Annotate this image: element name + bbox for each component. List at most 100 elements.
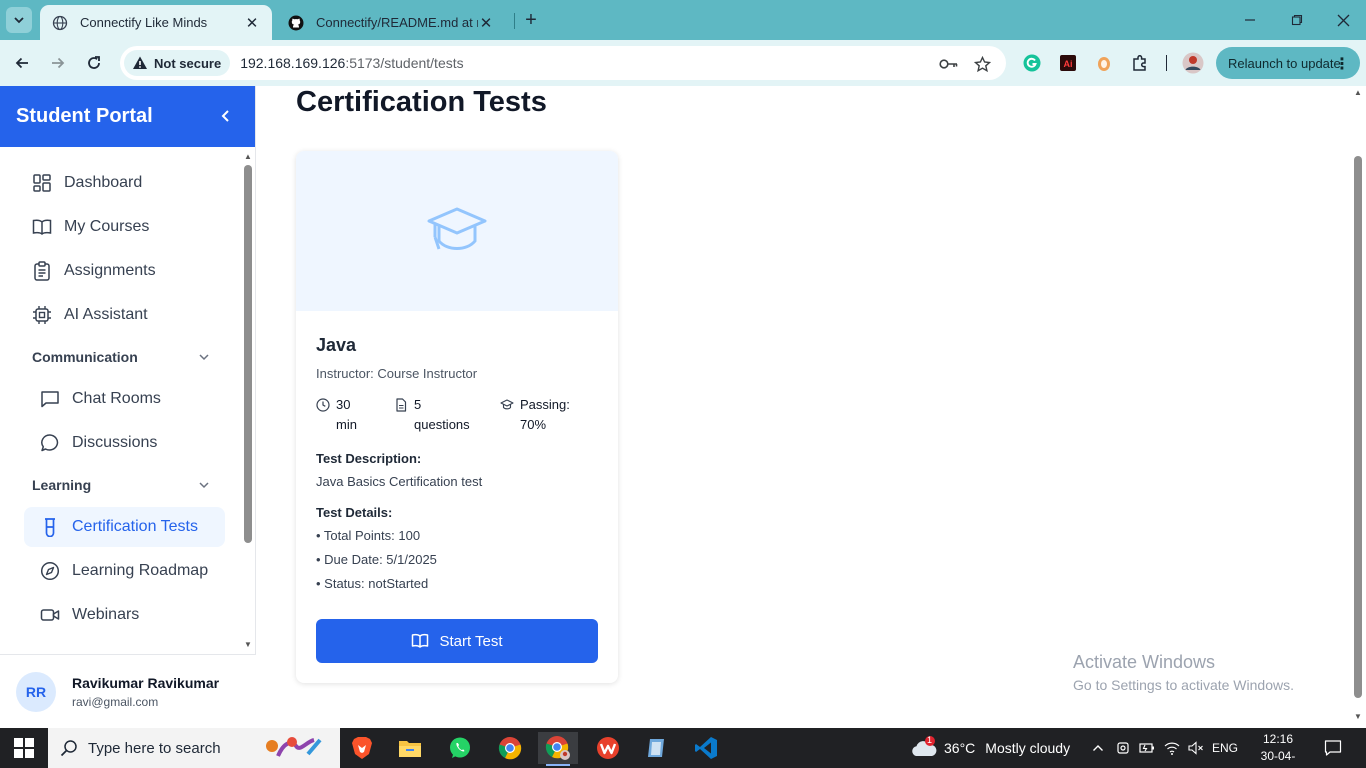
sidebar-item-learning-roadmap[interactable]: Learning Roadmap [24,551,225,591]
weather-text: Mostly cloudy [985,740,1071,756]
passing-label: Passing: [520,397,570,412]
active-app-indicator [546,764,570,766]
sidebar-item-label: Chat Rooms [72,390,161,407]
scroll-up-arrow-icon[interactable]: ▲ [244,153,252,161]
taskbar-brave-icon[interactable] [342,732,382,764]
tray-camera-icon[interactable] [1115,740,1131,756]
taskbar-search-box[interactable]: Type here to search [48,728,340,768]
duration-value: 30 [336,397,351,412]
flask-icon [40,517,60,537]
message-square-icon [40,389,60,409]
more-menu-icon[interactable]: ⋮ [1334,54,1350,74]
profile-avatar-icon[interactable] [1182,52,1204,74]
extensions-puzzle-icon[interactable] [1129,52,1151,74]
tray-speaker-muted-icon[interactable] [1188,740,1204,756]
details-label: Test Details: [316,505,393,520]
language-indicator[interactable]: ENG [1212,740,1238,756]
new-tab-button[interactable]: + [520,9,542,31]
grammarly-extension-icon[interactable] [1021,52,1043,74]
scroll-down-arrow-icon[interactable]: ▼ [244,641,252,649]
sidebar-item-label: Assignments [64,262,156,279]
brand-title: Student Portal [16,105,153,127]
forward-button[interactable] [46,51,70,75]
book-open-icon [412,633,429,648]
file-text-icon [394,398,408,412]
close-window-icon[interactable] [1331,8,1355,32]
address-bar[interactable]: Not secure 192.168.169.126:5173/student/… [120,46,1006,80]
tab-title: Connectify/README.md at mai [316,15,478,30]
browser-tab-bar: Connectify Like Minds ✕ Connectify/READM… [0,0,1366,40]
description-label: Test Description: [316,451,422,466]
weather-widget[interactable]: 1 36°C Mostly cloudy [910,728,1070,768]
watermark-subtitle: Go to Settings to activate Windows. [1073,677,1294,693]
user-profile[interactable]: RR Ravikumar Ravikumar ravi@gmail.com [0,654,256,728]
taskbar-wps-icon[interactable] [588,732,628,764]
sidebar-item-label: Certification Tests [72,518,198,535]
notifications-icon[interactable] [1324,739,1342,757]
sidebar-item-assignments[interactable]: Assignments [24,251,225,291]
tab-search-button[interactable] [6,7,32,33]
honey-extension-icon[interactable] [1093,52,1115,74]
section-learning[interactable]: Learning [32,477,210,493]
cloud-icon [912,736,937,756]
user-email: ravi@gmail.com [72,694,159,709]
bookmark-star-icon[interactable] [972,54,992,74]
password-key-icon[interactable] [939,54,959,74]
windows-start-icon[interactable] [14,738,34,758]
close-tab-icon[interactable]: ✕ [478,15,494,32]
sidebar-nav: Dashboard My Courses Assignments AI Assi… [0,147,240,654]
toolbar-divider [1166,55,1167,71]
taskbar-clock[interactable]: 12:16 30-04-2025 [1248,731,1308,768]
cpu-icon [32,305,52,325]
reload-button[interactable] [82,51,106,75]
scroll-down-arrow-icon[interactable]: ▼ [1354,712,1362,721]
tab-readme[interactable]: Connectify/README.md at mai ✕ [276,5,506,40]
close-tab-icon[interactable]: ✕ [244,15,260,32]
scrollbar-thumb[interactable] [244,165,252,543]
sidebar-item-my-courses[interactable]: My Courses [24,207,225,247]
back-button[interactable] [10,51,34,75]
main-scrollbar[interactable]: ▲ ▼ [1352,86,1366,728]
relaunch-to-update-button[interactable]: Relaunch to update ⋮ [1216,47,1360,79]
section-communication[interactable]: Communication [32,349,210,365]
taskbar-chrome-profile-icon[interactable] [538,732,578,766]
security-chip[interactable]: Not secure [124,50,231,76]
tray-chevron-up-icon[interactable] [1090,740,1106,756]
clock-date: 30-04-2025 [1260,749,1296,768]
book-icon [32,217,52,237]
sidebar: Student Portal Dashboard My Courses Assi… [0,86,256,728]
section-label: Learning [32,477,92,493]
taskbar-file-explorer-icon[interactable] [390,732,430,764]
svg-text:Ai: Ai [1064,59,1073,69]
taskbar-whatsapp-icon[interactable] [440,732,480,764]
duration-unit: min [336,417,357,432]
collapse-sidebar-button[interactable] [216,106,236,126]
tray-battery-icon[interactable] [1139,740,1155,756]
taskbar-notes-icon[interactable] [636,732,676,764]
minimize-icon[interactable] [1238,8,1262,32]
sidebar-scrollbar[interactable]: ▲ ▼ [242,153,254,653]
security-label: Not secure [154,55,222,71]
restore-icon[interactable] [1285,8,1309,32]
main-content: Certification Tests Java Instructor: Cou… [256,86,1362,728]
user-info: Ravikumar Ravikumar ravi@gmail.com [72,675,219,709]
sidebar-item-certification-tests[interactable]: Certification Tests [24,507,225,547]
url-text: 192.168.169.126:5173/student/tests [240,55,463,71]
sidebar-item-webinars[interactable]: Webinars [24,595,225,635]
sidebar-item-dashboard[interactable]: Dashboard [24,163,225,203]
sidebar-item-ai-assistant[interactable]: AI Assistant [24,295,225,335]
tab-connectify[interactable]: Connectify Like Minds ✕ [40,5,272,40]
tray-wifi-icon[interactable] [1164,740,1180,756]
adobe-extension-icon[interactable]: Ai [1057,52,1079,74]
clipboard-icon [32,261,52,281]
scroll-up-arrow-icon[interactable]: ▲ [1354,88,1362,97]
sidebar-item-chat-rooms[interactable]: Chat Rooms [24,379,225,419]
weather-badge: 1 [927,735,933,745]
sidebar-item-label: AI Assistant [64,306,148,323]
taskbar-vscode-icon[interactable] [686,732,726,764]
avatar: RR [16,671,56,712]
sidebar-item-discussions[interactable]: Discussions [24,423,225,463]
taskbar-chrome-icon[interactable] [490,732,530,764]
start-test-button[interactable]: Start Test [316,619,598,663]
scrollbar-thumb[interactable] [1354,156,1362,698]
